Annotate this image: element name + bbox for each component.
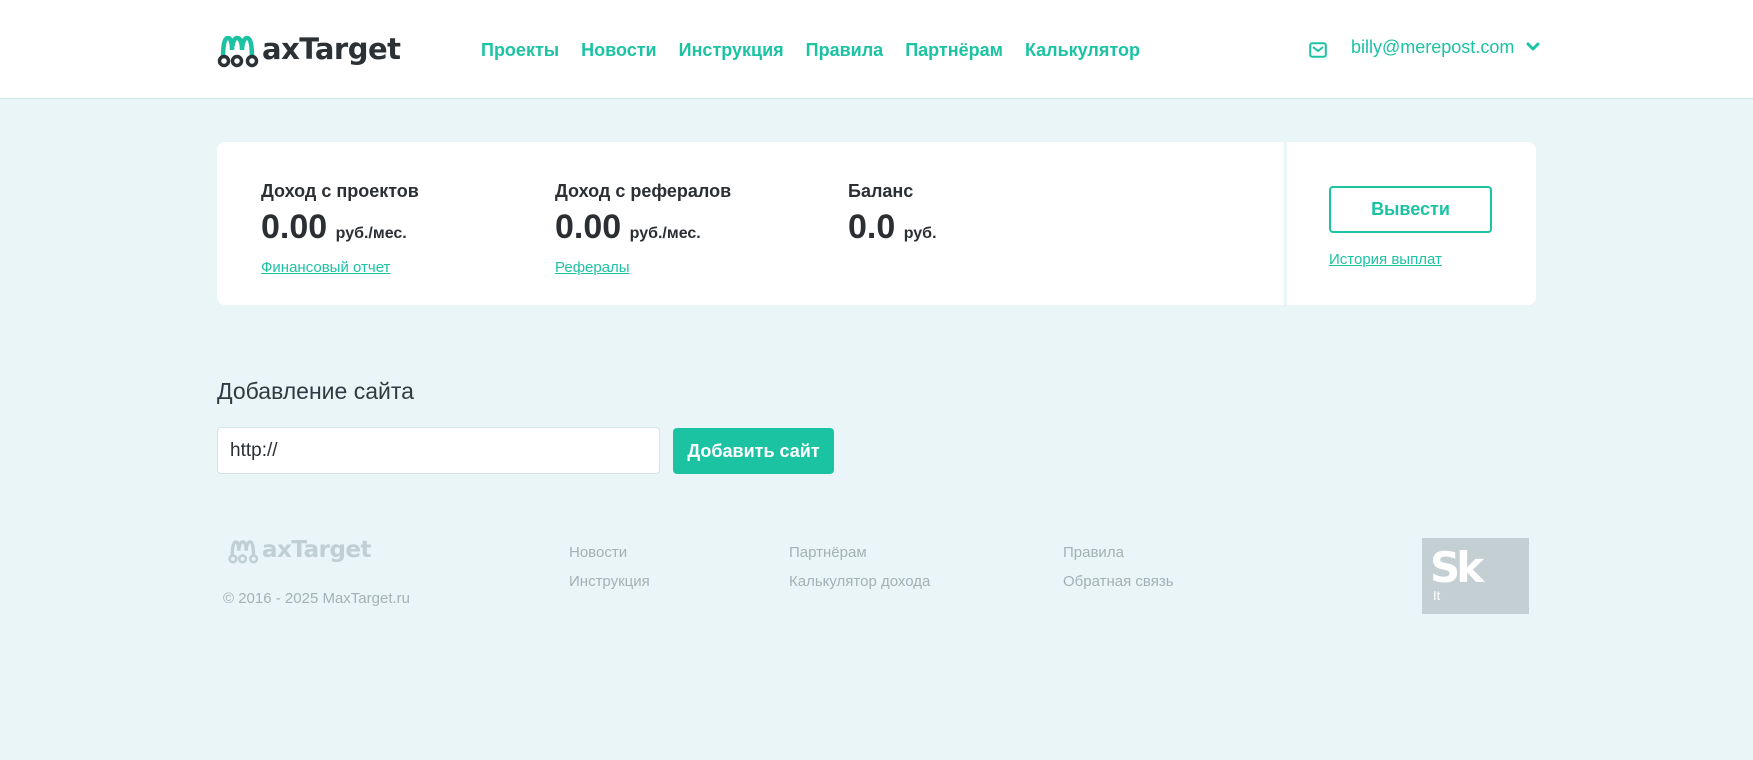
skolkovo-badge-text: Sk [1430,543,1484,592]
copyright: © 2016 - 2025 MaxTarget.ru [223,590,410,607]
nav-news[interactable]: Новости [581,38,656,62]
balance-value: 0.0 [848,208,896,246]
skolkovo-badge-subtext: It [1433,588,1441,603]
projects-income: Доход с проектов 0.00 руб./мес. Финансов… [261,180,419,277]
footer-link-instructions[interactable]: Инструкция [569,567,650,596]
nav-calculator[interactable]: Калькулятор [1025,38,1140,62]
balance: Баланс 0.0 руб. [848,180,937,255]
footer-link-feedback[interactable]: Обратная связь [1063,567,1174,596]
referrals-income-unit: руб./мес. [629,225,701,242]
payout-history-link[interactable]: История выплат [1329,251,1442,268]
footer-logo-text: axTarget [262,537,372,563]
user-email[interactable]: billy@merepost.com [1351,37,1514,58]
nav-partners[interactable]: Партнёрам [905,38,1003,62]
footer-logo[interactable]: axTarget [227,535,372,565]
referrals-income-label: Доход с рефералов [555,181,732,201]
projects-income-value: 0.00 [261,208,328,246]
projects-income-label: Доход с проектов [261,181,419,201]
footer-column-3: Правила Обратная связь [1063,538,1174,596]
footer-link-income-calculator[interactable]: Калькулятор дохода [789,567,930,596]
income-summary-card: Доход с проектов 0.00 руб./мес. Финансов… [217,142,1536,305]
footer-link-news[interactable]: Новости [569,538,650,567]
site-header: axTarget Проекты Новости Инструкция Прав… [0,0,1753,99]
referrals-income-value: 0.00 [555,208,622,246]
balance-unit: руб. [903,225,937,242]
nav-projects[interactable]: Проекты [481,38,559,62]
add-site-heading: Добавление сайта [217,378,414,404]
skolkovo-badge[interactable]: Sk It [1422,538,1529,614]
add-site-button[interactable]: Добавить сайт [673,428,834,474]
mail-icon[interactable] [1309,42,1327,58]
referrals-income: Доход с рефералов 0.00 руб./мес. Реферал… [555,180,731,277]
chevron-down-icon[interactable] [1526,42,1540,52]
footer-column-1: Новости Инструкция [569,538,650,596]
referrals-link[interactable]: Рефералы [555,259,630,276]
footer-link-partners[interactable]: Партнёрам [789,538,930,567]
balance-label: Баланс [848,181,914,201]
user-menu[interactable]: billy@merepost.com [1309,36,1540,58]
financial-report-link[interactable]: Финансовый отчет [261,259,390,276]
site-url-input[interactable] [217,427,660,474]
footer-logo-m-icon [228,540,259,564]
logo-m-icon [217,35,259,68]
card-divider [1284,142,1287,305]
nav-instructions[interactable]: Инструкция [679,38,784,62]
maxtarget-logo[interactable]: axTarget [217,30,401,68]
withdraw-button[interactable]: Вывести [1329,186,1492,233]
main-nav: Проекты Новости Инструкция Правила Партн… [481,38,1162,62]
footer-column-2: Партнёрам Калькулятор дохода [789,538,930,596]
nav-rules[interactable]: Правила [806,38,884,62]
logo-text: axTarget [262,32,401,66]
projects-income-unit: руб./мес. [335,225,407,242]
footer-link-rules[interactable]: Правила [1063,538,1174,567]
